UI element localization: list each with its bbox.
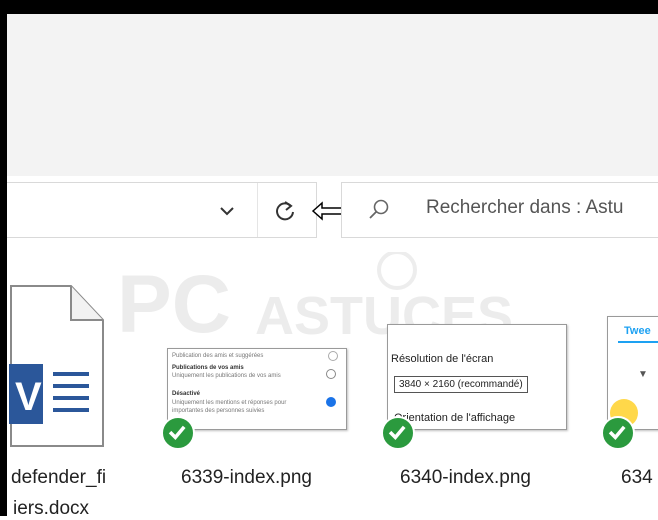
- word-document-icon: V: [9, 285, 104, 447]
- radio-selected-icon: [326, 397, 336, 407]
- file-name-line2: iers.docx: [13, 498, 90, 519]
- thumb-text: importantes des personnes suivies: [172, 408, 265, 414]
- sync-check-icon: [161, 416, 195, 450]
- ribbon-area: [7, 14, 658, 176]
- thumbnail-6339: Publication des amis et suggérées Public…: [167, 348, 347, 430]
- file-name: 6339-index.png: [181, 467, 312, 488]
- search-placeholder: Rechercher dans : Astu: [426, 197, 624, 218]
- thumb-text: Désactivé: [172, 391, 201, 397]
- thumb-text: Publication des amis et suggérées: [172, 353, 264, 359]
- thumb-text: Publications de vos amis: [172, 365, 244, 371]
- file-name-line1: defender_fi: [11, 467, 107, 488]
- search-icon: [369, 199, 389, 219]
- chevron-down-icon[interactable]: [215, 199, 239, 223]
- search-box[interactable]: Rechercher dans : Astu: [341, 182, 658, 238]
- refresh-icon[interactable]: [271, 197, 299, 225]
- thumb-text: Résolution de l'écran: [391, 353, 494, 365]
- thumb-text: Uniquement les mentions et réponses pour: [172, 400, 287, 406]
- window-frame-left: [0, 0, 7, 516]
- address-divider: [257, 183, 258, 237]
- navigation-toolbar: Rechercher dans : Astu: [7, 176, 658, 246]
- sync-check-icon: [601, 416, 635, 450]
- address-bar[interactable]: [7, 182, 317, 238]
- thumb-text: 3840 × 2160 (recommandé): [394, 376, 528, 393]
- thumb-text: Twee: [624, 325, 651, 337]
- thumb-text: Uniquement les publications de vos amis: [172, 373, 281, 379]
- watermark-brand-left: PC: [117, 259, 231, 350]
- file-view: PC ASTUCES V defender_fi iers.docx Publi…: [7, 246, 658, 519]
- file-name: 634: [621, 467, 653, 488]
- sync-check-icon: [381, 416, 415, 450]
- radio-icon: [326, 369, 336, 379]
- pin-icon: ▼: [638, 369, 648, 380]
- radio-icon: [328, 351, 338, 361]
- thumbnail-6340: Résolution de l'écran 3840 × 2160 (recom…: [387, 324, 567, 430]
- thumbnail-634x: Twee ▼: [607, 316, 658, 430]
- window-frame-top: [0, 0, 658, 14]
- file-name: 6340-index.png: [400, 467, 531, 488]
- svg-text:V: V: [15, 375, 42, 419]
- thumb-tab-underline: [618, 341, 658, 343]
